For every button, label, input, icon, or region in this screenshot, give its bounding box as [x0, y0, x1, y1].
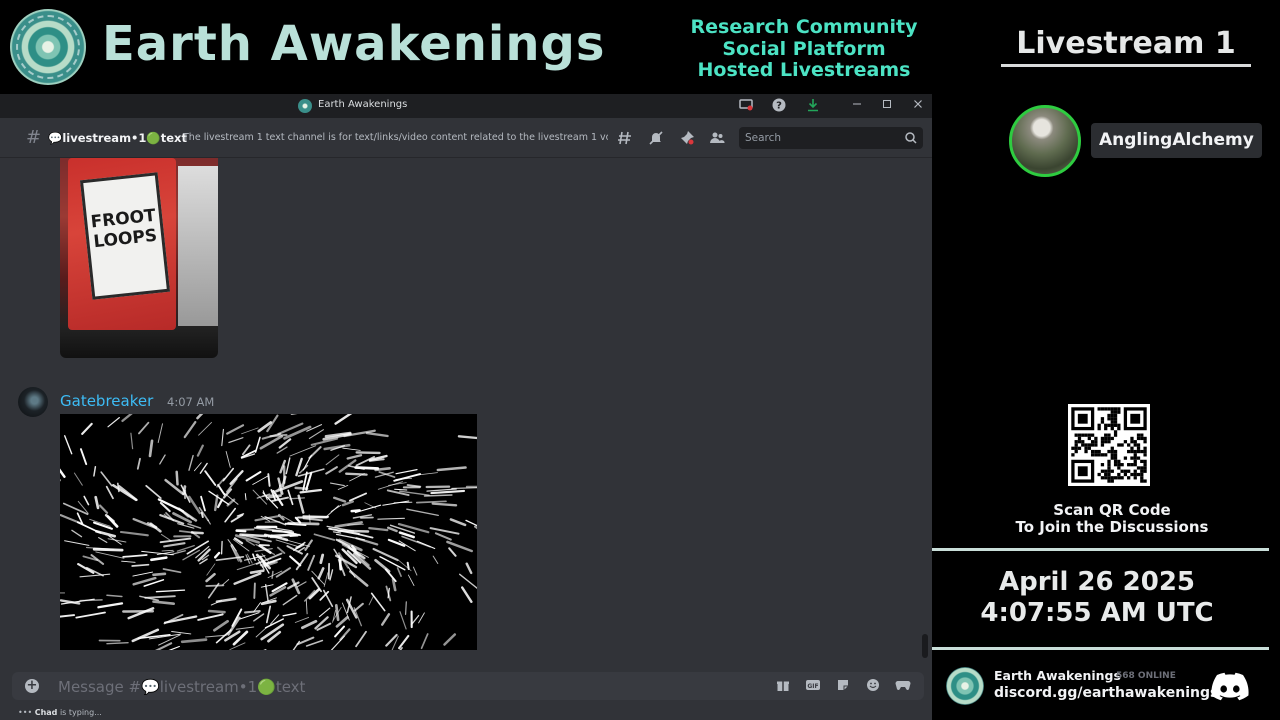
discord-window: Earth Awakenings ? # 💬livestream•1🟢text … — [0, 94, 932, 720]
earth-awakenings-logo — [10, 9, 86, 85]
title-bar: Earth Awakenings ? — [0, 94, 932, 118]
message-composer: + GIF — [12, 672, 924, 700]
server-name: Earth Awakenings — [994, 668, 1121, 683]
download-icon[interactable] — [805, 98, 821, 114]
gift-icon[interactable] — [775, 678, 791, 694]
warp-tunnel-graphic — [60, 414, 477, 650]
typing-indicator: ••• Chad is typing... — [18, 708, 102, 717]
time-text: 4:07:55 AM UTC — [980, 598, 1214, 628]
add-attachment-icon[interactable]: + — [25, 679, 39, 693]
member-list-icon[interactable] — [708, 130, 726, 148]
pin-icon[interactable] — [678, 130, 696, 148]
threads-icon[interactable] — [616, 130, 634, 148]
qr-caption-line: To Join the Discussions — [1015, 518, 1209, 536]
invite-link: discord.gg/earthawakenings — [994, 685, 1219, 701]
emoji-icon[interactable] — [865, 678, 881, 694]
tagline-line: Social Platform — [722, 37, 886, 60]
message-list[interactable]: FROOT LOOPS Gatebreaker 4:07 AM — [0, 158, 932, 670]
search-input[interactable] — [745, 131, 895, 145]
minimize-icon[interactable] — [849, 98, 865, 114]
app-icon — [298, 99, 312, 113]
search-box[interactable] — [739, 127, 923, 149]
sticker-icon[interactable] — [835, 678, 851, 694]
help-icon[interactable]: ? — [771, 98, 787, 114]
notification-muted-icon[interactable] — [647, 130, 665, 148]
tagline: Research Community Social Platform Hoste… — [672, 16, 936, 82]
qr-code-pattern — [1071, 407, 1147, 483]
search-icon — [903, 130, 919, 146]
discord-logo-icon — [1211, 672, 1249, 702]
cereal-label: FROOT LOOPS — [79, 172, 171, 300]
livestream-title: Livestream 1 — [1016, 26, 1236, 61]
channel-name: 💬livestream•1🟢text — [48, 131, 187, 145]
date-text: April 26 2025 — [998, 567, 1196, 597]
tagline-line: Research Community — [690, 16, 918, 38]
qr-caption-line: Scan QR Code — [1053, 501, 1171, 519]
host-avatar — [1009, 105, 1081, 177]
datetime: April 26 2025 4:07:55 AM UTC — [932, 567, 1262, 629]
hashtag-icon: # — [26, 127, 42, 148]
online-count: 568 ONLINE — [1116, 671, 1176, 681]
warp-tunnel-image-attachment[interactable] — [60, 414, 477, 650]
cereal-image-attachment[interactable]: FROOT LOOPS — [60, 158, 218, 358]
typing-dots-icon: ••• — [18, 708, 35, 717]
divider — [932, 548, 1269, 551]
host-name: AnglingAlchemy — [1091, 123, 1262, 158]
qr-code — [1068, 404, 1150, 486]
title-underline — [1001, 64, 1251, 67]
window-title: Earth Awakenings — [318, 99, 408, 110]
typing-text: is typing... — [57, 708, 102, 717]
close-icon[interactable] — [910, 98, 926, 114]
channel-topic[interactable]: The livestream 1 text channel is for tex… — [183, 132, 608, 143]
banner: Earth Awakenings Research Community Soci… — [0, 0, 932, 94]
server-logo — [946, 667, 984, 705]
qr-caption: Scan QR Code To Join the Discussions — [1000, 502, 1224, 536]
brand-title: Earth Awakenings — [102, 16, 606, 72]
message-input[interactable] — [58, 678, 358, 695]
cereal-box: FROOT LOOPS — [68, 158, 176, 330]
typing-user: Chad — [34, 708, 58, 717]
channel-header: # 💬livestream•1🟢text The livestream 1 te… — [0, 118, 932, 158]
divider — [932, 647, 1269, 650]
screen-share-icon[interactable] — [738, 98, 754, 114]
svg-text:?: ? — [776, 101, 782, 112]
tagline-line: Hosted Livestreams — [697, 59, 911, 81]
message-timestamp: 4:07 AM — [167, 395, 215, 409]
avatar[interactable] — [18, 387, 48, 417]
message-author[interactable]: Gatebreaker — [60, 392, 153, 410]
scrollbar[interactable] — [922, 634, 928, 658]
apps-gamepad-icon[interactable] — [895, 678, 911, 694]
svg-text:GIF: GIF — [807, 683, 818, 690]
image-background — [178, 166, 218, 326]
gif-icon[interactable]: GIF — [805, 678, 821, 694]
maximize-icon[interactable] — [879, 98, 895, 114]
screen: Earth Awakenings Research Community Soci… — [0, 0, 1280, 720]
